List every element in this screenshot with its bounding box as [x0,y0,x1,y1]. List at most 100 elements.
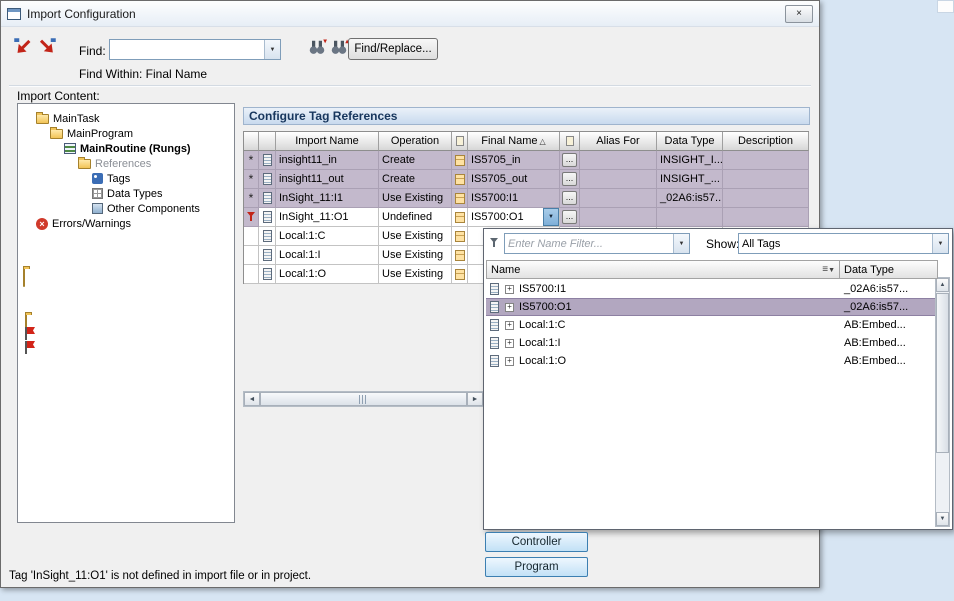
column-header-alias-for[interactable]: Alias For [580,132,657,151]
row-selector[interactable] [244,227,259,246]
column-header-blank-0[interactable] [244,132,259,151]
row-selector[interactable] [244,246,259,265]
browse-ellipsis-button[interactable]: ... [562,172,577,186]
horizontal-scrollbar[interactable]: ◄ ► [243,391,484,407]
expand-plus-icon[interactable] [505,357,514,366]
alias-for-cell[interactable] [580,189,657,208]
tree-item-references[interactable]: References [18,156,234,171]
import-name-cell[interactable]: insight11_out [276,170,379,189]
program-scope-button[interactable]: Program [485,557,588,577]
column-header-blank-1[interactable] [259,132,276,151]
browser-row[interactable]: Local:1:IAB:Embed... [486,334,938,352]
tree-item-mainprogram[interactable]: MainProgram [18,126,234,141]
description-cell[interactable] [723,170,809,189]
import-name-cell[interactable]: Local:1:O [276,265,379,284]
column-header-blank-6[interactable] [560,132,580,151]
row-selector[interactable]: * [244,151,259,170]
operation-cell[interactable]: Create [379,151,452,170]
column-header-name[interactable]: Name ≡▼ [486,260,840,279]
row-selector[interactable] [244,265,259,284]
description-cell[interactable] [723,151,809,170]
browser-row[interactable]: Local:1:OAB:Embed... [486,352,938,370]
expand-plus-icon[interactable] [505,339,514,348]
data-type-cell[interactable]: _02A6:is57... [657,189,723,208]
operation-cell[interactable]: Create [379,170,452,189]
scroll-up-button[interactable]: ▲ [936,278,949,292]
expand-plus-icon[interactable] [505,321,514,330]
close-button[interactable]: × [785,5,813,23]
browse-ellipsis-button[interactable]: ... [562,153,577,167]
find-combobox[interactable]: ▼ [109,39,281,60]
import-name-cell[interactable]: insight11_in [276,151,379,170]
import-arrow-right-icon[interactable] [37,37,57,57]
browse-ellipsis-button[interactable]: ... [562,210,577,224]
name-filter-combobox[interactable]: ▼ [504,233,690,254]
name-filter-dropdown-button[interactable]: ▼ [673,234,689,253]
tree-item-maintask[interactable]: MainTask [18,111,234,126]
data-type-cell[interactable]: INSIGHT_... [657,170,723,189]
operation-cell[interactable]: Use Existing [379,227,452,246]
expand-plus-icon[interactable] [505,303,514,312]
tree-item-mainroutine-rungs[interactable]: MainRoutine (Rungs) [18,141,234,156]
operation-cell[interactable]: Use Existing [379,265,452,284]
find-input[interactable] [110,40,264,59]
controller-scope-button[interactable]: Controller [485,532,588,552]
tree-item-data-types[interactable]: Data Types [18,186,234,201]
find-next-icon[interactable] [307,37,327,57]
description-cell[interactable] [723,189,809,208]
tree-item-tags[interactable]: Tags [18,171,234,186]
import-name-cell[interactable]: InSight_11:O1 [276,208,379,227]
row-selector[interactable]: * [244,189,259,208]
operation-cell[interactable]: Undefined [379,208,452,227]
row-selector[interactable] [244,208,259,227]
final-name-cell[interactable]: IS5700:I1 [468,189,560,208]
title-bar[interactable]: Import Configuration × [1,1,819,27]
scroll-left-button[interactable]: ◄ [244,392,260,406]
sort-menu-icon[interactable]: ≡▼ [822,264,835,275]
find-replace-button[interactable]: Find/Replace... [348,38,438,60]
tree-item-other-components[interactable]: Other Components [18,201,234,216]
final-name-cell[interactable]: IS5700:O1▼ [468,208,560,227]
alias-for-cell[interactable] [580,170,657,189]
show-combobox[interactable]: All Tags ▼ [738,233,949,254]
find-previous-icon[interactable] [329,37,349,57]
operation-cell[interactable]: Use Existing [379,246,452,265]
description-cell[interactable] [723,208,809,227]
final-name-combobox[interactable]: IS5700:O1▼ [468,208,559,226]
column-header-data-type[interactable]: Data Type [657,132,723,151]
row-selector[interactable]: * [244,170,259,189]
data-type-cell[interactable] [657,208,723,227]
find-dropdown-button[interactable]: ▼ [264,40,280,59]
scrollbar-thumb[interactable] [936,293,949,453]
combo-open-button[interactable]: ▼ [543,208,559,226]
alias-for-cell[interactable] [580,208,657,227]
name-filter-input[interactable] [505,234,673,253]
browser-row[interactable]: IS5700:O1_02A6:is57... [486,298,938,316]
tree-item-errors-warnings[interactable]: Errors/Warnings [18,216,234,231]
scroll-right-button[interactable]: ► [467,392,483,406]
import-name-cell[interactable]: Local:1:I [276,246,379,265]
show-dropdown-button[interactable]: ▼ [932,234,948,253]
column-header-final-name[interactable]: Final Name△ [468,132,560,151]
vertical-scrollbar[interactable]: ▲ ▼ [935,277,950,527]
column-header-blank-4[interactable] [452,132,468,151]
browser-row[interactable]: IS5700:I1_02A6:is57... [486,280,938,298]
column-header-data-type[interactable]: Data Type [840,260,938,279]
column-header-import-name[interactable]: Import Name [276,132,379,151]
final-name-cell[interactable]: IS5705_out [468,170,560,189]
tag-type-icon-cell [259,189,276,208]
scrollbar-thumb[interactable] [260,392,467,406]
scroll-down-button[interactable]: ▼ [936,512,949,526]
alias-for-cell[interactable] [580,151,657,170]
column-header-operation[interactable]: Operation [379,132,452,151]
import-name-cell[interactable]: InSight_11:I1 [276,189,379,208]
data-type-cell[interactable]: INSIGHT_I... [657,151,723,170]
column-header-description[interactable]: Description [723,132,809,151]
operation-cell[interactable]: Use Existing [379,189,452,208]
final-name-cell[interactable]: IS5705_in [468,151,560,170]
import-name-cell[interactable]: Local:1:C [276,227,379,246]
browser-row[interactable]: Local:1:CAB:Embed... [486,316,938,334]
import-arrow-left-icon[interactable] [13,37,33,57]
browse-ellipsis-button[interactable]: ... [562,191,577,205]
expand-plus-icon[interactable] [505,285,514,294]
